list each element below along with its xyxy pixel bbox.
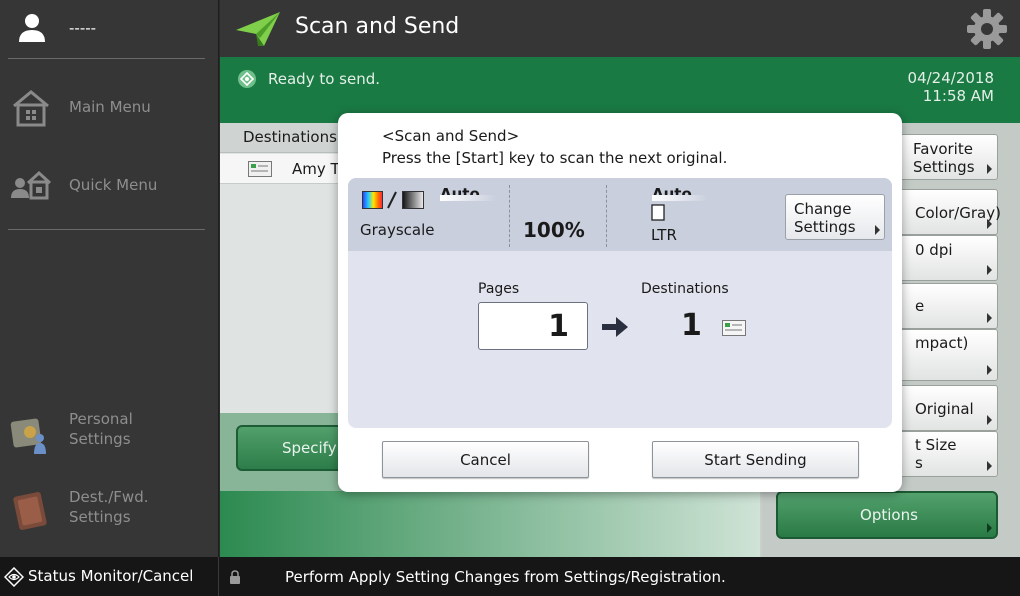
start-sending-button[interactable]: Start Sending [652, 441, 859, 478]
date: 04/24/2018 [907, 69, 994, 87]
sidebar-item-dest-fwd-settings[interactable]: Dest./Fwd. Settings [0, 478, 219, 542]
change-settings-line: Change [794, 200, 852, 218]
destinations-header-label: Destinations [243, 128, 337, 146]
user-name: ----- [69, 19, 97, 37]
pages-count: 1 [548, 309, 569, 344]
email-address-icon [248, 161, 272, 177]
dialog-title: <Scan and Send> [382, 127, 520, 145]
button-label: t Size [915, 436, 957, 454]
sidebar-item-label: Settings [69, 430, 131, 448]
current-settings-bar: Auto Grayscale 100% Auto LTR Change Sett… [348, 178, 892, 251]
divider [509, 185, 510, 247]
button-label: Settings [913, 158, 975, 176]
sidebar-item-main-menu[interactable]: Main Menu [0, 74, 219, 138]
status-message: Ready to send. [268, 70, 381, 88]
change-settings-label: Change Settings [794, 200, 856, 236]
options-label: Options [860, 506, 918, 524]
home-icon [13, 90, 49, 127]
button-label: Favorite [913, 140, 973, 158]
sidebar-item-quick-menu[interactable]: Quick Menu [0, 153, 219, 217]
bottom-bar: Status Monitor/Cancel Perform Apply Sett… [0, 557, 1020, 596]
datetime: 04/24/2018 11:58 AM [908, 69, 994, 105]
sidebar-divider [8, 58, 205, 59]
chevron-right-icon [987, 265, 992, 275]
system-message: Perform Apply Setting Changes from Setti… [285, 568, 726, 586]
status-monitor-button[interactable]: Status Monitor/Cancel [0, 557, 219, 596]
button-label: e [915, 297, 925, 315]
chevron-right-icon [987, 365, 992, 375]
destinations-count: 1 [681, 308, 702, 343]
chevron-right-icon [987, 313, 992, 323]
lock-icon [230, 570, 240, 584]
sidebar-item-label: Dest./Fwd. [69, 488, 149, 506]
zoom-value: 100% [523, 218, 585, 242]
change-settings-line: Settings [794, 218, 856, 236]
chevron-right-icon [987, 415, 992, 425]
start-sending-label: Start Sending [704, 451, 807, 469]
cancel-button[interactable]: Cancel [382, 441, 589, 478]
arrow-right-icon [602, 317, 628, 337]
user-icon [19, 14, 45, 42]
personal-settings-icon [10, 418, 46, 454]
dialog-instruction: Press the [Start] key to scan the next o… [382, 149, 728, 167]
email-address-icon [722, 320, 746, 336]
button-label: Original [915, 400, 974, 418]
time: 11:58 AM [922, 87, 994, 105]
button-label: s [915, 454, 923, 472]
button-label: 0 dpi [915, 241, 953, 259]
chevron-right-icon [987, 523, 992, 533]
page-title: Scan and Send [295, 14, 460, 39]
pages-count-display: 1 [478, 302, 588, 350]
status-monitor-icon [4, 567, 24, 587]
sidebar-item-label: Settings [69, 508, 131, 526]
sidebar-divider [8, 229, 205, 230]
status-monitor-label: Status Monitor/Cancel [28, 567, 194, 585]
address-book-icon [13, 492, 47, 530]
chevron-right-icon [987, 461, 992, 471]
auto-indicator [440, 195, 496, 201]
cancel-label: Cancel [460, 451, 511, 469]
sidebar-item-label: Quick Menu [69, 176, 158, 194]
ready-status-icon [238, 70, 256, 88]
chevron-right-icon [875, 225, 880, 235]
change-settings-button[interactable]: Change Settings [785, 194, 885, 240]
sidebar-item-label: Main Menu [69, 98, 151, 116]
header: Scan and Send [220, 0, 1020, 57]
sidebar: ----- Main Menu Quick Menu Personal Sett… [0, 0, 219, 557]
gear-icon[interactable] [967, 9, 1007, 49]
quick-menu-icon [11, 170, 52, 200]
sidebar-item-label: Personal [69, 410, 133, 428]
options-button[interactable]: Options [776, 491, 998, 539]
chevron-right-icon [987, 164, 992, 174]
color-mode-value: Grayscale [360, 221, 435, 239]
chevron-right-icon [987, 219, 992, 229]
divider [606, 185, 607, 247]
button-label: mpact) [915, 334, 969, 352]
paper-size-value: LTR [651, 226, 677, 244]
paper-plane-icon [236, 12, 280, 46]
dialog-panel: Auto Grayscale 100% Auto LTR Change Sett… [348, 178, 892, 428]
color-mode-icon [362, 191, 424, 209]
auto-indicator [652, 195, 708, 201]
pages-label: Pages [478, 281, 520, 297]
destinations-count-label: Destinations [641, 281, 729, 297]
scan-dialog: <Scan and Send> Press the [Start] key to… [338, 113, 902, 492]
sidebar-item-personal-settings[interactable]: Personal Settings [0, 400, 219, 464]
user-login-button[interactable]: ----- [0, 0, 219, 58]
paper-icon [651, 204, 665, 221]
decorative-gradient [220, 491, 760, 557]
